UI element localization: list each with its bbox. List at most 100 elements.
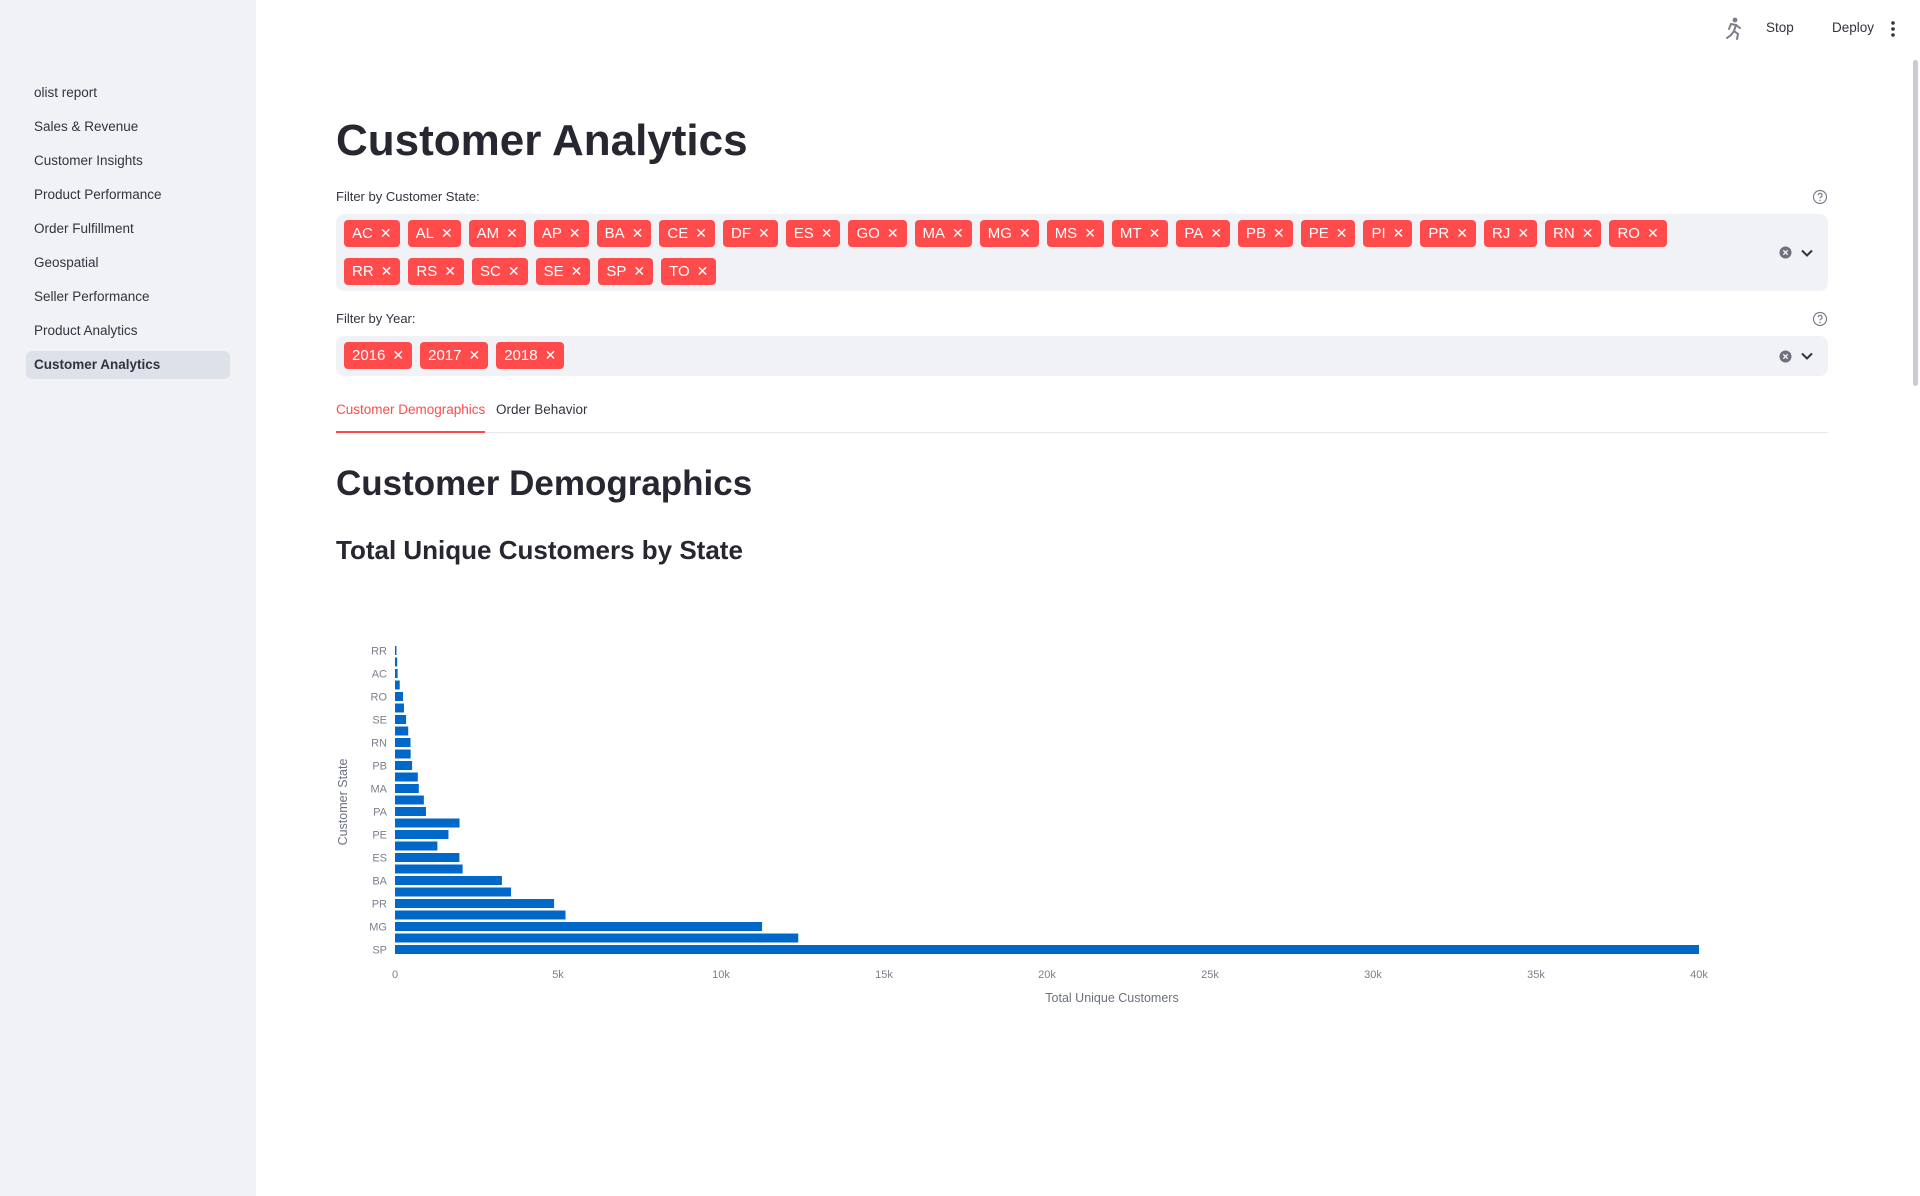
bar-pr[interactable]: [395, 899, 555, 908]
sidebar-item-geospatial[interactable]: Geospatial: [26, 249, 230, 277]
bar-mt[interactable]: [395, 795, 424, 805]
remove-chip-icon[interactable]: ✕: [1019, 220, 1031, 247]
bar-sp[interactable]: [395, 945, 1699, 954]
bar-ms[interactable]: [395, 772, 418, 782]
bar-ce[interactable]: [395, 841, 438, 851]
bar-ap[interactable]: [395, 657, 398, 667]
remove-chip-icon[interactable]: ✕: [441, 220, 453, 247]
remove-chip-icon[interactable]: ✕: [381, 258, 393, 285]
remove-chip-icon[interactable]: ✕: [380, 220, 392, 247]
remove-chip-icon[interactable]: ✕: [508, 258, 520, 285]
remove-chip-icon[interactable]: ✕: [758, 220, 770, 247]
vertical-ellipsis-icon[interactable]: [1886, 19, 1900, 39]
sidebar-item-product-performance[interactable]: Product Performance: [26, 181, 230, 209]
remove-chip-icon[interactable]: ✕: [821, 220, 833, 247]
sidebar-item-customer-analytics[interactable]: Customer Analytics: [26, 351, 230, 379]
remove-chip-icon[interactable]: ✕: [1582, 220, 1594, 247]
state-chip: RO ✕: [1609, 220, 1667, 247]
state-chip: PB ✕: [1237, 220, 1293, 247]
state-multiselect[interactable]: AC ✕ AL ✕ AM ✕ AP ✕ BA ✕ CE ✕ DF ✕ ES ✕ GO ✕ MA ✕ MG ✕ MS ✕ MT ✕ P…: [336, 214, 1828, 291]
remove-chip-icon[interactable]: ✕: [632, 220, 644, 247]
remove-chip-icon[interactable]: ✕: [444, 258, 456, 285]
bar-ac[interactable]: [395, 669, 398, 678]
page-scrollbar[interactable]: [1913, 60, 1918, 386]
bar-to[interactable]: [395, 703, 404, 713]
chip-label: AP: [541, 225, 562, 242]
clear-icon[interactable]: [1779, 246, 1792, 259]
remove-chip-icon[interactable]: ✕: [1456, 220, 1468, 247]
chip-label: BA: [604, 225, 625, 242]
y-tick-label: AC: [372, 669, 387, 681]
year-filter-label: Filter by Year:: [336, 311, 416, 326]
bar-ba[interactable]: [395, 876, 502, 885]
state-chip: SC ✕: [471, 258, 528, 285]
chip-label: RJ: [1491, 225, 1511, 242]
remove-chip-icon[interactable]: ✕: [571, 258, 583, 285]
deploy-button[interactable]: Deploy: [1832, 20, 1874, 35]
section-title: Customer Demographics: [336, 464, 753, 503]
sidebar-item-olist-report[interactable]: olist report: [26, 79, 230, 107]
state-filter-label: Filter by Customer State:: [336, 189, 480, 204]
bar-rs[interactable]: [395, 910, 566, 920]
remove-chip-icon[interactable]: ✕: [1647, 220, 1659, 247]
remove-chip-icon[interactable]: ✕: [506, 220, 518, 247]
state-chip: SE ✕: [535, 258, 591, 285]
remove-chip-icon[interactable]: ✕: [1084, 220, 1096, 247]
y-tick-label: RO: [371, 692, 388, 704]
remove-chip-icon[interactable]: ✕: [1393, 220, 1405, 247]
remove-chip-icon[interactable]: ✕: [392, 342, 404, 369]
sidebar-item-order-fulfillment[interactable]: Order Fulfillment: [26, 215, 230, 243]
sidebar-item-seller-performance[interactable]: Seller Performance: [26, 283, 230, 311]
bar-pa[interactable]: [395, 807, 426, 816]
remove-chip-icon[interactable]: ✕: [633, 258, 645, 285]
state-chip: RR ✕: [344, 258, 401, 285]
bar-mg[interactable]: [395, 922, 763, 931]
y-tick-label: PA: [373, 807, 388, 819]
clear-icon[interactable]: [1779, 350, 1792, 363]
year-chip: 2018 ✕: [496, 342, 565, 369]
bar-go[interactable]: [395, 818, 460, 828]
x-tick-label: 25k: [1201, 969, 1219, 981]
bar-df[interactable]: [395, 864, 463, 874]
bar-sc[interactable]: [395, 887, 512, 897]
remove-chip-icon[interactable]: ✕: [695, 220, 707, 247]
bar-rr[interactable]: [395, 646, 397, 655]
bar-ro[interactable]: [395, 692, 403, 701]
tab-customer-demographics[interactable]: Customer Demographics: [336, 402, 486, 433]
bar-pb[interactable]: [395, 761, 413, 770]
bar-al[interactable]: [395, 726, 409, 736]
chevron-down-icon[interactable]: [1800, 351, 1814, 361]
remove-chip-icon[interactable]: ✕: [1273, 220, 1285, 247]
bar-rn[interactable]: [395, 738, 411, 747]
chip-label: MG: [987, 225, 1012, 242]
remove-chip-icon[interactable]: ✕: [468, 342, 480, 369]
tab-order-behavior[interactable]: Order Behavior: [496, 402, 588, 433]
year-multiselect[interactable]: 2016 ✕ 2017 ✕ 2018 ✕: [336, 336, 1828, 376]
remove-chip-icon[interactable]: ✕: [952, 220, 964, 247]
remove-chip-icon[interactable]: ✕: [887, 220, 899, 247]
sidebar-item-sales-revenue[interactable]: Sales & Revenue: [26, 113, 230, 141]
bar-am[interactable]: [395, 680, 400, 690]
remove-chip-icon[interactable]: ✕: [569, 220, 581, 247]
bar-se[interactable]: [395, 715, 407, 724]
help-icon[interactable]: [1812, 189, 1828, 205]
bar-ma[interactable]: [395, 784, 419, 793]
remove-chip-icon[interactable]: ✕: [1336, 220, 1348, 247]
sidebar-item-product-analytics[interactable]: Product Analytics: [26, 317, 230, 345]
remove-chip-icon[interactable]: ✕: [1210, 220, 1222, 247]
bar-es[interactable]: [395, 853, 460, 862]
remove-chip-icon[interactable]: ✕: [545, 342, 557, 369]
chevron-down-icon[interactable]: [1800, 248, 1814, 258]
chip-label: MT: [1119, 225, 1142, 242]
bar-pi[interactable]: [395, 749, 411, 759]
remove-chip-icon[interactable]: ✕: [1149, 220, 1161, 247]
bar-rj[interactable]: [395, 933, 799, 943]
year-chip: 2017 ✕: [420, 342, 489, 369]
bar-pe[interactable]: [395, 830, 449, 839]
y-tick-label: ES: [372, 853, 387, 865]
chip-label: PR: [1428, 225, 1450, 242]
sidebar-item-customer-insights[interactable]: Customer Insights: [26, 147, 230, 175]
help-icon[interactable]: [1812, 311, 1828, 327]
remove-chip-icon[interactable]: ✕: [697, 258, 709, 285]
remove-chip-icon[interactable]: ✕: [1517, 220, 1529, 247]
